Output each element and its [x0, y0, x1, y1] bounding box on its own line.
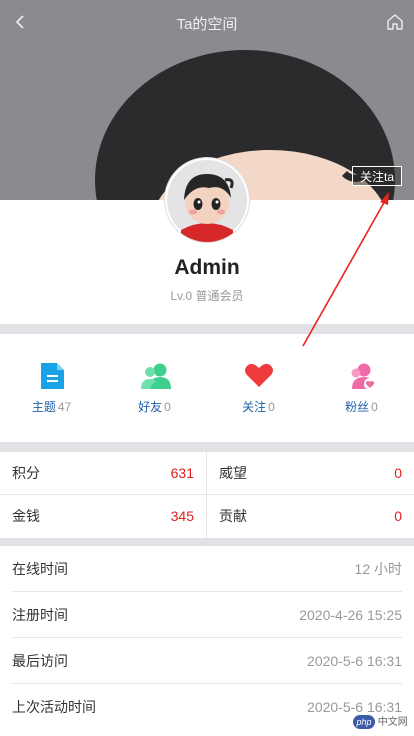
home-icon[interactable]	[385, 12, 405, 32]
stat-count: 47	[57, 400, 72, 414]
points-value: 631	[170, 465, 194, 481]
document-icon	[41, 363, 64, 389]
points-money: 金钱 345	[0, 495, 206, 538]
watermark-text: 中文网	[377, 717, 408, 728]
points-contribution: 贡献 0	[207, 495, 414, 538]
section-divider	[0, 538, 414, 546]
info-label: 上次活动时间	[12, 699, 96, 715]
points-value: 345	[170, 508, 194, 524]
info-value: 2020-4-26 15:25	[299, 607, 402, 623]
top-navigation-bar: Ta的空间	[0, 0, 414, 44]
friends-icon	[141, 363, 171, 389]
points-label: 金钱	[12, 508, 40, 524]
points-label: 积分	[12, 465, 40, 481]
watermark: php 中文网	[350, 714, 410, 732]
info-value: 12 小时	[354, 561, 402, 577]
stat-friends[interactable]: 好友 0	[103, 334, 206, 442]
avatar	[165, 158, 249, 242]
info-row-register-time: 注册时间 2020-4-26 15:25	[0, 592, 414, 638]
points-credits: 积分 631	[0, 452, 206, 495]
user-name: Admin	[174, 256, 240, 279]
follow-button[interactable]: 关注ta	[352, 166, 402, 186]
points-label: 贡献	[219, 508, 247, 524]
stat-label: 粉丝	[345, 400, 370, 414]
points-value: 0	[394, 508, 402, 524]
info-label: 注册时间	[12, 607, 68, 623]
page-title: Ta的空间	[176, 16, 238, 33]
stat-label: 主题	[31, 400, 56, 414]
fans-icon	[351, 363, 376, 390]
stat-following[interactable]: 关注 0	[207, 334, 310, 442]
info-row-last-visit: 最后访问 2020-5-6 16:31	[0, 638, 414, 684]
grid-divider	[0, 494, 414, 495]
points-label: 威望	[219, 465, 247, 481]
stat-count: 0	[371, 400, 378, 414]
points-prestige: 威望 0	[207, 452, 414, 495]
grid-divider	[206, 452, 207, 538]
points-value: 0	[394, 465, 402, 481]
info-value: 2020-5-6 16:31	[307, 653, 402, 669]
stats-bar: 主题 47 好友 0 关注 0 粉丝 0	[0, 334, 414, 442]
heart-icon	[245, 363, 273, 387]
info-label: 在线时间	[12, 561, 68, 577]
info-label: 最后访问	[12, 653, 68, 669]
stat-label: 好友	[138, 400, 163, 414]
stat-fans[interactable]: 粉丝 0	[310, 334, 413, 442]
user-level: Lv.0 普通会员	[170, 289, 244, 303]
info-row-online-time: 在线时间 12 小时	[0, 546, 414, 592]
stat-topics[interactable]: 主题 47	[0, 334, 103, 442]
watermark-logo: php	[353, 715, 375, 730]
section-divider	[0, 442, 414, 452]
stat-label: 关注	[242, 400, 267, 414]
avatar-image	[167, 160, 247, 242]
section-divider	[0, 324, 414, 334]
stat-count: 0	[268, 400, 275, 414]
stat-count: 0	[164, 400, 171, 414]
